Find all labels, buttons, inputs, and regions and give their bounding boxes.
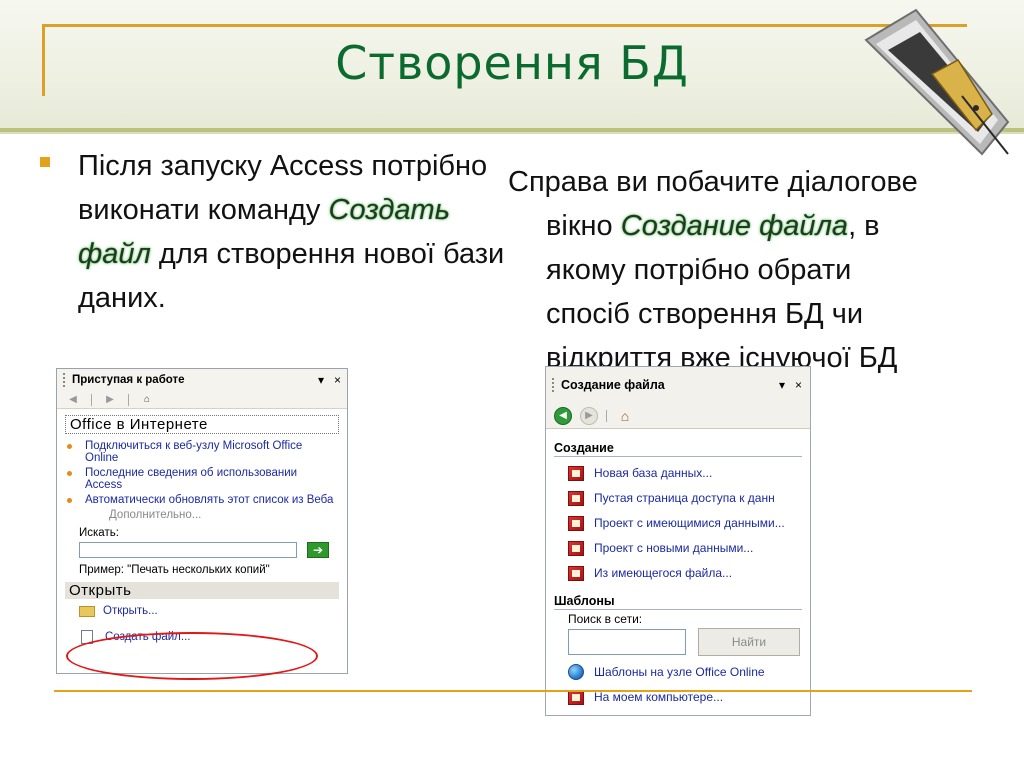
bullet-marker — [40, 157, 50, 167]
right-line-2-a: вікно — [546, 210, 621, 242]
link-auto-update[interactable]: Автоматически обновлять этот список из В… — [67, 494, 337, 506]
getting-started-pane: Приступая к работе ▾ × ◀ ▶ ⌂ Office в Ин… — [56, 368, 348, 674]
office-online-templates-label[interactable]: Шаблоны на узле Office Online — [594, 665, 765, 679]
right-paragraph: Справа ви побачите діалогове вікно Созда… — [508, 160, 1008, 380]
project-new-data-label[interactable]: Проект с новыми данными... — [594, 541, 753, 555]
nav-separator — [128, 393, 129, 406]
project-new-data-link[interactable]: Проект с новыми данными... — [546, 539, 810, 557]
home-icon[interactable]: ⌂ — [615, 407, 635, 425]
new-database-link[interactable]: Новая база данных... — [546, 464, 810, 482]
right-line-2: вікно Создание файла, в — [508, 204, 1008, 248]
access-file-icon — [568, 490, 584, 506]
close-icon[interactable]: × — [795, 378, 802, 392]
open-file-label[interactable]: Открыть... — [103, 605, 158, 617]
close-icon[interactable]: × — [334, 373, 341, 387]
office-online-links: Подключиться к веб-узлу Microsoft Office… — [57, 438, 347, 506]
project-existing-data-label[interactable]: Проект с имеющимися данными... — [594, 516, 785, 530]
right-line-2-b: , в — [848, 210, 880, 242]
new-database-label[interactable]: Новая база данных... — [594, 466, 712, 480]
create-section-heading: Создание — [554, 441, 802, 457]
forward-icon[interactable]: ▶ — [580, 406, 598, 425]
create-file-pane: Создание файла ▾ × ◀ ▶ ⌂ Создание Новая … — [545, 366, 811, 716]
pane-dropdown-icon[interactable]: ▾ — [779, 378, 785, 392]
access-file-icon — [568, 465, 584, 481]
office-online-heading: Office в Интернете — [65, 415, 339, 434]
my-computer-templates-label[interactable]: На моем компьютере... — [594, 690, 723, 704]
open-file-link[interactable]: Открыть... — [57, 605, 347, 617]
folder-icon — [79, 605, 95, 617]
search-label: Искать: — [79, 527, 119, 539]
grip-handle[interactable] — [552, 378, 555, 392]
header-rule — [42, 24, 967, 27]
right-line-1: Справа ви побачите діалогове — [508, 166, 918, 198]
left-paragraph: Після запуску Access потрібно виконати к… — [78, 144, 508, 320]
open-section-heading: Открыть — [65, 582, 339, 599]
right-line-3: якому потрібно обрати — [546, 254, 852, 286]
forward-icon[interactable]: ▶ — [100, 393, 120, 407]
home-icon[interactable]: ⌂ — [137, 393, 157, 407]
search-example: Пример: "Печать нескольких копий" — [79, 564, 270, 576]
go-arrow-icon[interactable]: ➔ — [307, 542, 329, 558]
grip-handle[interactable] — [63, 373, 66, 387]
blank-data-access-page-label[interactable]: Пустая страница доступа к данн — [594, 491, 775, 505]
pane-title: Приступая к работе — [72, 374, 185, 386]
access-file-icon — [568, 540, 584, 556]
back-icon[interactable]: ◀ — [554, 406, 572, 425]
from-existing-file-label[interactable]: Из имеющегося файла... — [594, 566, 732, 580]
create-file-dialog-name: Создание файла — [620, 210, 849, 242]
blank-data-access-page-link[interactable]: Пустая страница доступа к данн — [546, 489, 810, 507]
right-line-4: спосіб створення БД чи — [546, 298, 864, 330]
fountain-pen-icon — [864, 8, 1010, 156]
pane-dropdown-icon[interactable]: ▾ — [318, 373, 324, 387]
more-link[interactable]: Дополнительно... — [57, 509, 347, 521]
link-connect-office-online[interactable]: Подключиться к веб-узлу Microsoft Office… — [67, 440, 337, 464]
office-online-templates-link[interactable]: Шаблоны на узле Office Online — [546, 663, 810, 681]
online-search-label: Поиск в сети: — [568, 612, 643, 626]
search-input[interactable] — [79, 542, 297, 558]
pane-nav-bar: ◀ ▶ ⌂ — [57, 391, 347, 409]
find-button[interactable]: Найти — [698, 628, 800, 656]
back-icon[interactable]: ◀ — [63, 393, 83, 407]
project-existing-data-link[interactable]: Проект с имеющимися данными... — [546, 514, 810, 532]
footer-rule — [54, 690, 972, 692]
online-search-row: Найти — [546, 628, 810, 656]
pane-titlebar: Создание файла ▾ × — [546, 367, 810, 403]
pane-titlebar: Приступая к работе ▾ × — [57, 369, 347, 391]
nav-separator — [91, 393, 92, 406]
templates-section-heading: Шаблоны — [554, 594, 802, 610]
from-existing-file-link[interactable]: Из имеющегося файла... — [546, 564, 810, 582]
online-search-input[interactable] — [568, 629, 686, 655]
search-row: ➔ — [57, 542, 347, 558]
globe-icon — [568, 664, 584, 680]
link-latest-news[interactable]: Последние сведения об использовании Acce… — [67, 467, 337, 491]
access-file-icon — [568, 565, 584, 581]
access-file-icon — [568, 515, 584, 531]
highlight-ellipse — [66, 632, 318, 680]
pane-title: Создание файла — [561, 378, 665, 392]
pane-nav-bar: ◀ ▶ ⌂ — [546, 403, 810, 429]
nav-separator — [606, 409, 607, 422]
